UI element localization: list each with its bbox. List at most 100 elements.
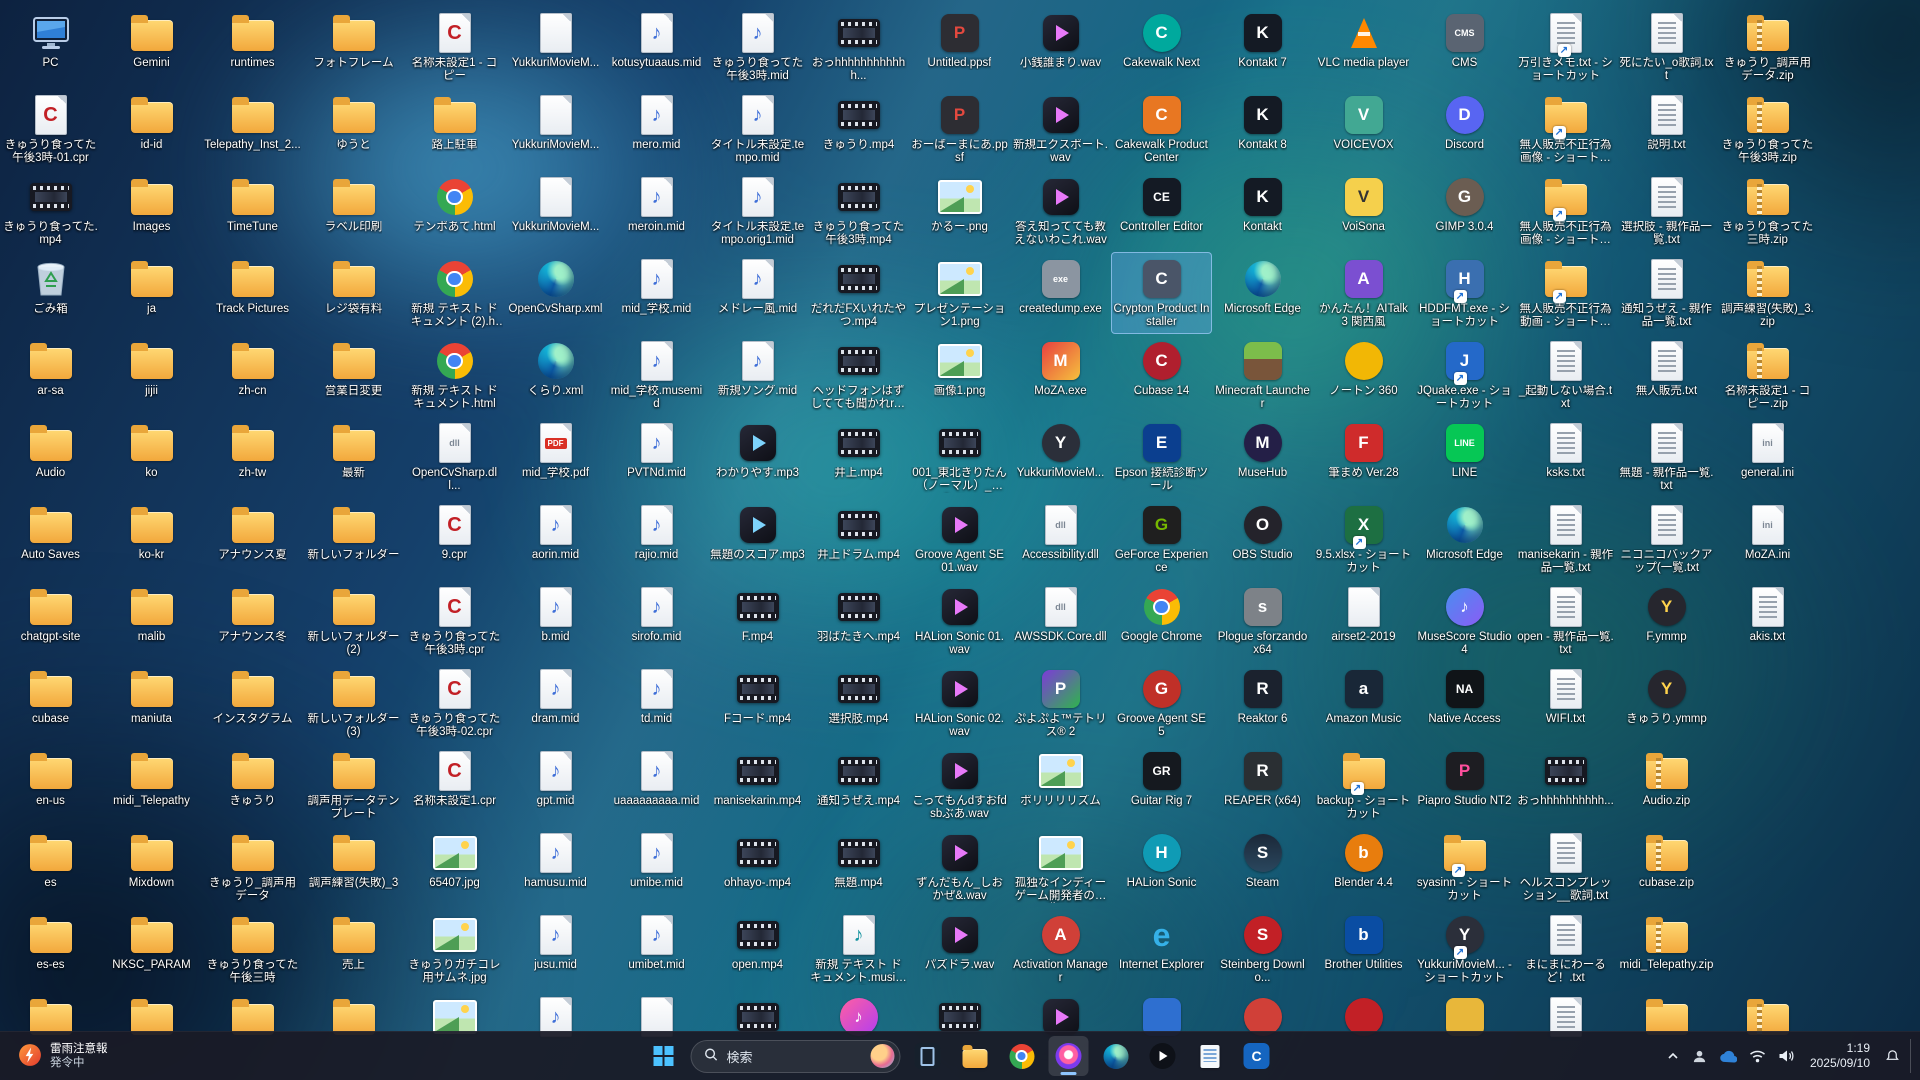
desktop-icon[interactable]: まにまにわーるど！.txt: [1515, 908, 1616, 990]
desktop-icon[interactable]: YukkuriMovieM...: [505, 170, 606, 252]
desktop-icon[interactable]: V VoiSona: [1313, 170, 1414, 252]
notification-center-button[interactable]: [1880, 1038, 1905, 1074]
desktop-icon[interactable]: ♪ aorin.mid: [505, 498, 606, 580]
desktop-icon[interactable]: 無題のスコア.mp3: [707, 498, 808, 580]
desktop-icon[interactable]: ohhayo-.mp4: [707, 826, 808, 908]
desktop-icon[interactable]: 画像1.png: [909, 334, 1010, 416]
desktop-icon[interactable]: 名称未設定1 - コピー.zip: [1717, 334, 1818, 416]
desktop-icon[interactable]: ↗ backup - ショートカット: [1313, 744, 1414, 826]
desktop-icon[interactable]: s Plogue sforzando x64: [1212, 580, 1313, 662]
desktop-icon[interactable]: dll AWSSDK.Core.dll: [1010, 580, 1111, 662]
desktop-icon[interactable]: こってもんdすおfdsbぶあ.wav: [909, 744, 1010, 826]
start-button[interactable]: [644, 1036, 684, 1076]
desktop-icon[interactable]: zh-cn: [202, 334, 303, 416]
desktop-icon[interactable]: GR Guitar Rig 7: [1111, 744, 1212, 826]
desktop-icon[interactable]: HALion Sonic 02.wav: [909, 662, 1010, 744]
desktop-icon[interactable]: プレゼンテーション1.png: [909, 252, 1010, 334]
desktop-icon[interactable]: Y YukkuriMovieM...: [1010, 416, 1111, 498]
desktop-icon[interactable]: きゅうり_調声用データ.zip: [1717, 6, 1818, 88]
desktop-icon[interactable]: Telepathy_Inst_2...: [202, 88, 303, 170]
desktop-icon[interactable]: C 名称未設定1.cpr: [404, 744, 505, 826]
desktop-icon[interactable]: manisekarin.mp4: [707, 744, 808, 826]
desktop-icon[interactable]: 死にたい_o歌詞.txt: [1616, 6, 1717, 88]
desktop-icon[interactable]: 説明.txt: [1616, 88, 1717, 170]
desktop-icon[interactable]: アナウンス夏: [202, 498, 303, 580]
desktop-icon[interactable]: Y きゅうり.ymmp: [1616, 662, 1717, 744]
desktop-icon[interactable]: くらり.xml: [505, 334, 606, 416]
desktop-icon[interactable]: manisekarin - 親作品一覧.txt: [1515, 498, 1616, 580]
desktop-icon[interactable]: midi_Telepathy: [101, 744, 202, 826]
desktop-icon[interactable]: WIFI.txt: [1515, 662, 1616, 744]
desktop-icon[interactable]: ♪ 新規ソング.mid: [707, 334, 808, 416]
desktop-icon[interactable]: es-es: [0, 908, 101, 990]
desktop-icon[interactable]: ko-kr: [101, 498, 202, 580]
desktop-icon[interactable]: 井上.mp4: [808, 416, 909, 498]
desktop-icon[interactable]: V VOICEVOX: [1313, 88, 1414, 170]
desktop-icon[interactable]: Mixdown: [101, 826, 202, 908]
desktop-icon[interactable]: midi_Telepathy.zip: [1616, 908, 1717, 990]
desktop-icon[interactable]: ♪ mero.mid: [606, 88, 707, 170]
desktop-icon[interactable]: ♪ gpt.mid: [505, 744, 606, 826]
desktop-icon[interactable]: Y F.ymmp: [1616, 580, 1717, 662]
desktop-icon[interactable]: YukkuriMovieM...: [505, 6, 606, 88]
desktop-icon[interactable]: 選択肢.mp4: [808, 662, 909, 744]
taskbar-app-media-player[interactable]: [1143, 1036, 1183, 1076]
desktop-icon[interactable]: きゅうり食ってた午後三時: [202, 908, 303, 990]
taskbar-app-file-explorer[interactable]: [955, 1036, 995, 1076]
desktop-icon[interactable]: 無人販売.txt: [1616, 334, 1717, 416]
desktop-icon[interactable]: ラベル印刷: [303, 170, 404, 252]
desktop-icon[interactable]: H ↗ HDDFMT.exe - ショートカット: [1414, 252, 1515, 334]
desktop-icon[interactable]: b Brother Utilities: [1313, 908, 1414, 990]
desktop-icon[interactable]: 営業日変更: [303, 334, 404, 416]
desktop-icon[interactable]: C きゅうり食ってた午後3時-01.cpr: [0, 88, 101, 170]
desktop-icon[interactable]: PDF mid_学校.pdf: [505, 416, 606, 498]
desktop-icon[interactable]: フォトフレーム: [303, 6, 404, 88]
desktop-icon[interactable]: X ↗ 9.5.xlsx - ショートカット: [1313, 498, 1414, 580]
desktop-icon[interactable]: 答え知ってても教えないわこれ.wav: [1010, 170, 1111, 252]
desktop-icon[interactable]: C Cubase 14: [1111, 334, 1212, 416]
desktop-icon[interactable]: exe createdump.exe: [1010, 252, 1111, 334]
desktop-icon[interactable]: A かんたん！AITalk 3 関西風: [1313, 252, 1414, 334]
desktop-icon[interactable]: 新規 テキスト ドキュメント.html: [404, 334, 505, 416]
desktop-icon[interactable]: M MuseHub: [1212, 416, 1313, 498]
desktop-icon[interactable]: アナウンス冬: [202, 580, 303, 662]
desktop-icon[interactable]: ♪ きゅうり食ってた午後3時.mid: [707, 6, 808, 88]
desktop-icon[interactable]: 最新: [303, 416, 404, 498]
desktop-icon[interactable]: きゅうり食ってた三時.zip: [1717, 170, 1818, 252]
desktop-icon[interactable]: 井上ドラム.mp4: [808, 498, 909, 580]
desktop-icon[interactable]: ↗ 万引きメモ.txt - ショートカット: [1515, 6, 1616, 88]
desktop-icon[interactable]: LINE LINE: [1414, 416, 1515, 498]
taskbar-app-chrome[interactable]: [1002, 1036, 1042, 1076]
desktop-icon[interactable]: 65407.jpg: [404, 826, 505, 908]
desktop-icon[interactable]: C きゅうり食ってた午後3時-02.cpr: [404, 662, 505, 744]
desktop-icon[interactable]: 新しいフォルダー (2): [303, 580, 404, 662]
desktop-icon[interactable]: D Discord: [1414, 88, 1515, 170]
desktop-icon[interactable]: TimeTune: [202, 170, 303, 252]
desktop-icon[interactable]: open.mp4: [707, 908, 808, 990]
desktop-icon[interactable]: M MoZA.exe: [1010, 334, 1111, 416]
desktop-icon[interactable]: HALion Sonic 01.wav: [909, 580, 1010, 662]
desktop-icon[interactable]: かるー.png: [909, 170, 1010, 252]
desktop-icon[interactable]: ♪ kotusytuaaus.mid: [606, 6, 707, 88]
desktop-icon[interactable]: 調声練習(失敗)_3: [303, 826, 404, 908]
desktop-icon[interactable]: runtimes: [202, 6, 303, 88]
desktop-icon[interactable]: A Activation Manager: [1010, 908, 1111, 990]
desktop-icon[interactable]: OpenCvSharp.xml: [505, 252, 606, 334]
desktop-icon[interactable]: 新しいフォルダー: [303, 498, 404, 580]
desktop-icon[interactable]: Audio: [0, 416, 101, 498]
tray-onedrive-button[interactable]: [1714, 1038, 1742, 1074]
desktop-icon[interactable]: NA Native Access: [1414, 662, 1515, 744]
desktop-icon[interactable]: cubase.zip: [1616, 826, 1717, 908]
desktop-icon[interactable]: P おーばーまにあ.ppsf: [909, 88, 1010, 170]
taskbar-search[interactable]: 検索: [690, 1039, 901, 1073]
desktop-icon[interactable]: ごみ箱: [0, 252, 101, 334]
desktop-icon[interactable]: Minecraft Launcher: [1212, 334, 1313, 416]
desktop-icon[interactable]: ♪ umibet.mid: [606, 908, 707, 990]
desktop-icon[interactable]: ko: [101, 416, 202, 498]
taskbar-app-music-active[interactable]: [1048, 1036, 1089, 1076]
desktop-icon[interactable]: Track Pictures: [202, 252, 303, 334]
desktop-icon[interactable]: K Kontakt 7: [1212, 6, 1313, 88]
desktop-icon[interactable]: きゅうり食ってた午後3時.zip: [1717, 88, 1818, 170]
desktop-icon[interactable]: ♪ meroin.mid: [606, 170, 707, 252]
desktop-icon[interactable]: maniuta: [101, 662, 202, 744]
